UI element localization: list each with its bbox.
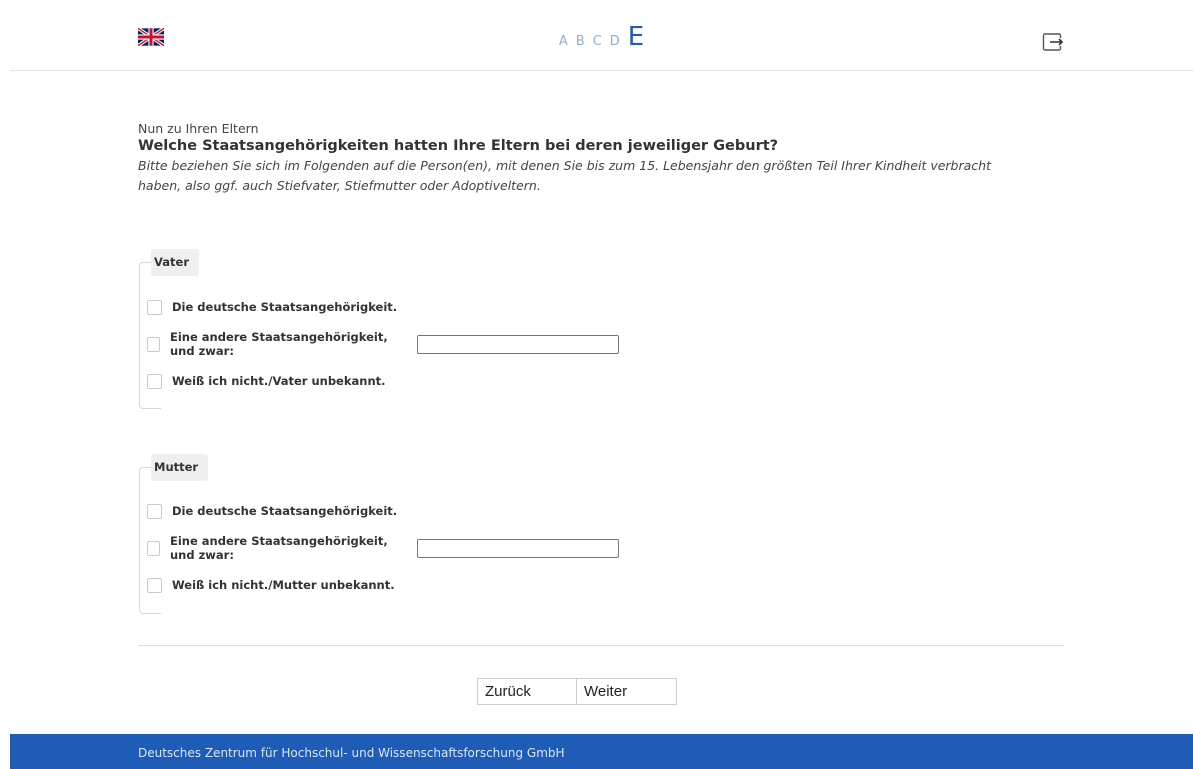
section-progress: ABCDE bbox=[10, 22, 1193, 52]
next-button[interactable]: Weiter bbox=[577, 678, 677, 705]
page-navigation: Zurück Weiter bbox=[477, 678, 677, 705]
father-group: Vater Die deutsche Staatsangehörigkeit. … bbox=[139, 249, 619, 409]
header: ABCDE bbox=[10, 0, 1193, 71]
question-title: Welche Staatsangehörigkeiten hatten Ihre… bbox=[138, 138, 779, 154]
father-other-label[interactable]: Eine andere Staatsangehörigkeit, und zwa… bbox=[170, 330, 411, 358]
mother-other-input[interactable] bbox=[417, 538, 619, 558]
father-option-german: Die deutsche Staatsangehörigkeit. bbox=[147, 298, 397, 316]
section-b: B bbox=[575, 34, 585, 49]
divider bbox=[138, 645, 1064, 646]
mother-option-german: Die deutsche Staatsangehörigkeit. bbox=[147, 502, 397, 520]
mother-group: Mutter Die deutsche Staatsangehörigkeit.… bbox=[139, 454, 619, 614]
father-option-unknown: Weiß ich nicht./Vater unbekannt. bbox=[147, 372, 386, 390]
mother-legend: Mutter bbox=[151, 454, 209, 481]
section-active: E bbox=[627, 22, 645, 52]
father-legend: Vater bbox=[151, 249, 199, 276]
section-d: D bbox=[609, 34, 620, 49]
mother-german-checkbox[interactable] bbox=[147, 503, 162, 519]
father-option-other: Eine andere Staatsangehörigkeit, und zwa… bbox=[147, 330, 619, 358]
footer: Deutsches Zentrum für Hochschul- und Wis… bbox=[10, 734, 1193, 769]
father-other-input[interactable] bbox=[417, 334, 619, 354]
father-unknown-checkbox[interactable] bbox=[147, 373, 162, 389]
mother-option-unknown: Weiß ich nicht./Mutter unbekannt. bbox=[147, 576, 395, 594]
question-hint: Bitte beziehen Sie sich im Folgenden auf… bbox=[138, 158, 991, 193]
footer-text: Deutsches Zentrum für Hochschul- und Wis… bbox=[138, 746, 565, 760]
question-block: Nun zu Ihren Eltern Welche Staatsangehör… bbox=[138, 121, 1038, 196]
mother-german-label[interactable]: Die deutsche Staatsangehörigkeit. bbox=[172, 504, 397, 518]
mother-other-label[interactable]: Eine andere Staatsangehörigkeit, und zwa… bbox=[170, 534, 411, 562]
mother-option-other: Eine andere Staatsangehörigkeit, und zwa… bbox=[147, 534, 619, 562]
mother-unknown-checkbox[interactable] bbox=[147, 577, 162, 593]
mother-other-checkbox[interactable] bbox=[147, 540, 160, 556]
father-german-label[interactable]: Die deutsche Staatsangehörigkeit. bbox=[172, 300, 397, 314]
back-button[interactable]: Zurück bbox=[477, 678, 577, 705]
father-german-checkbox[interactable] bbox=[147, 299, 162, 315]
question-intro: Nun zu Ihren Eltern bbox=[138, 121, 259, 136]
father-other-checkbox[interactable] bbox=[147, 336, 160, 352]
section-a: A bbox=[558, 34, 568, 49]
logout-icon[interactable] bbox=[1042, 32, 1064, 52]
father-unknown-label[interactable]: Weiß ich nicht./Vater unbekannt. bbox=[172, 374, 386, 388]
mother-unknown-label[interactable]: Weiß ich nicht./Mutter unbekannt. bbox=[172, 578, 395, 592]
section-c: C bbox=[592, 34, 602, 49]
